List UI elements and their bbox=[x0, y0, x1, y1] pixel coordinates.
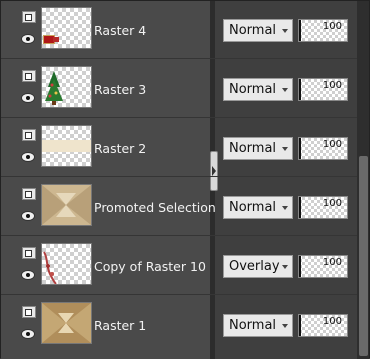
opacity-slider-edge bbox=[299, 256, 301, 277]
blend-mode-dropdown[interactable]: Normal bbox=[223, 196, 293, 219]
layer-thumbnail[interactable] bbox=[41, 66, 92, 108]
blend-mode-dropdown[interactable]: Normal bbox=[223, 78, 293, 101]
opacity-value: 100 bbox=[322, 198, 342, 209]
scrollbar-thumb[interactable] bbox=[359, 156, 368, 356]
row-separator bbox=[1, 294, 357, 295]
opacity-slider[interactable]: 100 bbox=[298, 19, 348, 42]
layer-row-icons bbox=[18, 178, 38, 236]
eye-icon[interactable] bbox=[21, 152, 35, 162]
layer-row-icons bbox=[18, 296, 38, 354]
layer-thumbnail[interactable] bbox=[41, 125, 92, 167]
opacity-value: 100 bbox=[322, 21, 342, 32]
pattern-icon bbox=[42, 303, 91, 343]
layer-properties-icon[interactable] bbox=[22, 11, 36, 23]
layer-thumbnail[interactable] bbox=[41, 302, 92, 344]
chevron-down-icon bbox=[282, 88, 288, 92]
chevron-down-icon bbox=[282, 265, 288, 269]
blend-mode-dropdown[interactable]: Normal bbox=[223, 19, 293, 42]
row-separator bbox=[1, 58, 357, 59]
eye-icon[interactable] bbox=[21, 211, 35, 221]
blend-mode-dropdown[interactable]: Overlay bbox=[223, 255, 293, 278]
layer-row-icons bbox=[18, 1, 38, 59]
christmas-tree-icon bbox=[45, 71, 63, 105]
opacity-value: 100 bbox=[322, 139, 342, 150]
blend-mode-value: Normal bbox=[229, 200, 277, 215]
opacity-slider[interactable]: 100 bbox=[298, 78, 348, 101]
opacity-slider[interactable]: 100 bbox=[298, 196, 348, 219]
opacity-value: 100 bbox=[322, 316, 342, 327]
layer-row[interactable]: Raster 3 Normal 100 bbox=[1, 60, 357, 118]
layer-row[interactable]: Raster 1 Normal 100 bbox=[1, 296, 357, 354]
chevron-down-icon bbox=[282, 147, 288, 151]
row-separator bbox=[1, 117, 357, 118]
row-separator bbox=[1, 235, 357, 236]
layer-properties-icon[interactable] bbox=[22, 70, 36, 82]
layer-properties-icon[interactable] bbox=[22, 247, 36, 259]
opacity-slider-edge bbox=[299, 315, 301, 336]
layer-row-icons bbox=[18, 119, 38, 177]
layer-properties-icon[interactable] bbox=[22, 129, 36, 141]
blend-mode-value: Normal bbox=[229, 141, 277, 156]
blend-mode-dropdown[interactable]: Normal bbox=[223, 314, 293, 337]
opacity-slider-edge bbox=[299, 197, 301, 218]
layers-palette: Raster 4 Normal 100 Raster 3 Normal 100 … bbox=[0, 0, 370, 359]
blend-mode-dropdown[interactable]: Normal bbox=[223, 137, 293, 160]
opacity-slider[interactable]: 100 bbox=[298, 314, 348, 337]
layer-row[interactable]: Raster 2 Normal 100 bbox=[1, 119, 357, 177]
layer-name[interactable]: Promoted Selection bbox=[94, 200, 216, 215]
layer-name[interactable]: Raster 4 bbox=[94, 23, 210, 38]
layer-row[interactable]: Raster 4 Normal 100 bbox=[1, 1, 357, 59]
layer-thumbnail[interactable] bbox=[41, 184, 92, 226]
opacity-slider-edge bbox=[299, 20, 301, 41]
layer-row-icons bbox=[18, 60, 38, 118]
layer-properties-icon[interactable] bbox=[22, 306, 36, 318]
chevron-down-icon bbox=[282, 324, 288, 328]
blend-mode-value: Normal bbox=[229, 82, 277, 97]
chevron-down-icon bbox=[282, 206, 288, 210]
opacity-slider-edge bbox=[299, 138, 301, 159]
opacity-value: 100 bbox=[322, 80, 342, 91]
layer-row-icons bbox=[18, 237, 38, 295]
layer-row[interactable]: Copy of Raster 10 Overlay 100 bbox=[1, 237, 357, 295]
layer-name[interactable]: Raster 2 bbox=[94, 141, 210, 156]
blend-mode-value: Normal bbox=[229, 318, 277, 333]
opacity-slider-edge bbox=[299, 79, 301, 100]
opacity-slider[interactable]: 100 bbox=[298, 255, 348, 278]
row-separator bbox=[1, 176, 357, 177]
blend-mode-value: Overlay bbox=[229, 259, 280, 274]
eye-icon[interactable] bbox=[21, 329, 35, 339]
layer-name[interactable]: Raster 3 bbox=[94, 82, 210, 97]
opacity-slider[interactable]: 100 bbox=[298, 137, 348, 160]
chevron-down-icon bbox=[282, 29, 288, 33]
layer-name[interactable]: Copy of Raster 10 bbox=[94, 259, 210, 274]
eye-icon[interactable] bbox=[21, 93, 35, 103]
layer-row[interactable]: Promoted Selection Normal 100 bbox=[1, 178, 357, 236]
layer-properties-icon[interactable] bbox=[22, 188, 36, 200]
opacity-value: 100 bbox=[322, 257, 342, 268]
layer-thumbnail[interactable] bbox=[41, 7, 92, 49]
layer-name[interactable]: Raster 1 bbox=[94, 318, 210, 333]
pattern-icon bbox=[42, 185, 91, 225]
layer-thumbnail[interactable] bbox=[41, 243, 92, 285]
ribbon-icon bbox=[43, 251, 57, 285]
blend-mode-value: Normal bbox=[229, 23, 277, 38]
eye-icon[interactable] bbox=[21, 34, 35, 44]
eye-icon[interactable] bbox=[21, 270, 35, 280]
